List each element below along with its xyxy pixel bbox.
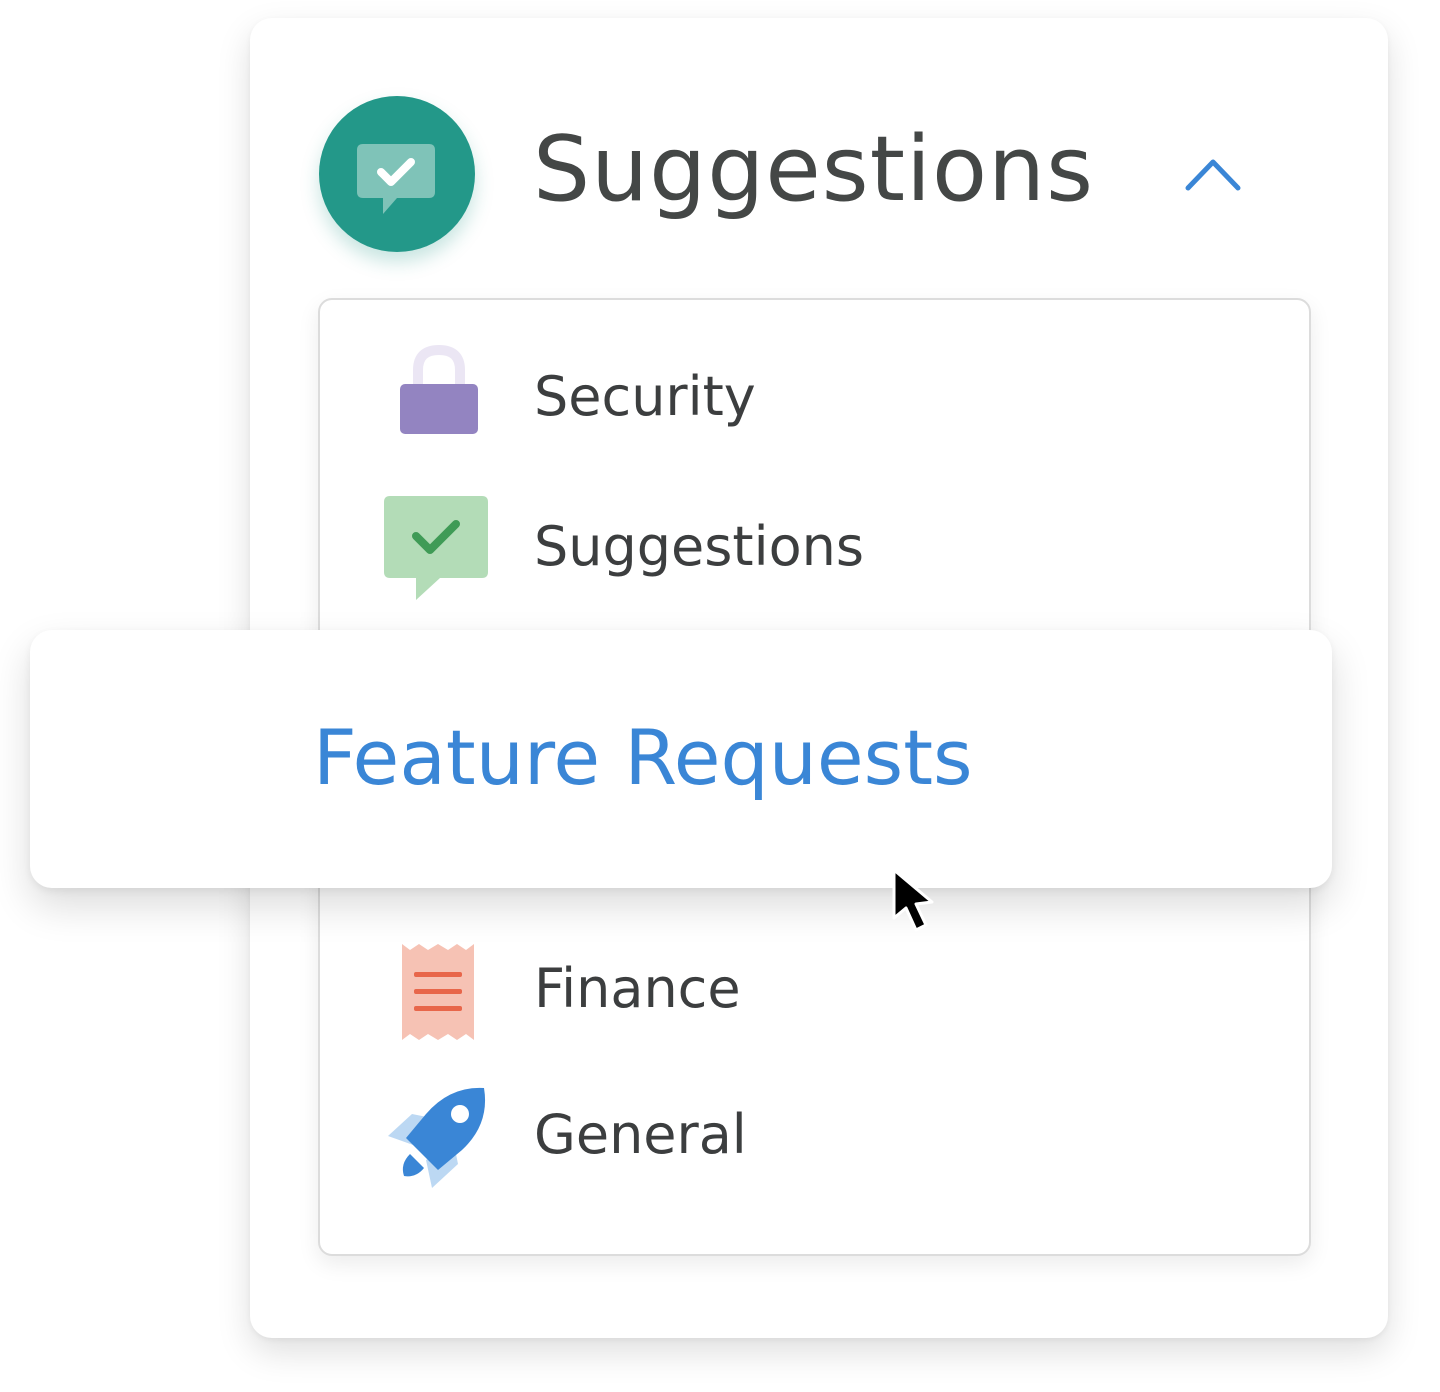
menu-item-label: Security	[534, 365, 756, 428]
chat-check-icon	[357, 144, 435, 214]
stage: Suggestions Security Suggestions Finance…	[0, 0, 1440, 1392]
page-title: Suggestions	[533, 117, 1094, 222]
chevron-up-icon	[1185, 159, 1241, 191]
menu-item-feature-requests[interactable]: Feature Requests	[30, 630, 1332, 888]
menu-item-general[interactable]: General	[320, 1078, 1309, 1198]
mouse-pointer-icon	[892, 868, 934, 932]
receipt-icon	[402, 944, 474, 1040]
menu-item-security[interactable]: Security	[320, 338, 1309, 458]
menu-item-label: Suggestions	[534, 515, 864, 578]
lock-icon	[400, 344, 478, 434]
collapse-toggle[interactable]	[1176, 148, 1250, 206]
menu-item-finance[interactable]: Finance	[320, 932, 1309, 1052]
menu-item-label: Finance	[534, 957, 741, 1020]
menu-item-suggestions[interactable]: Suggestions	[320, 488, 1309, 608]
header-badge	[319, 96, 475, 252]
rocket-icon	[388, 1087, 486, 1188]
menu-item-label: General	[534, 1103, 747, 1166]
chat-check-icon	[384, 496, 488, 600]
menu-item-label: Feature Requests	[313, 713, 973, 802]
